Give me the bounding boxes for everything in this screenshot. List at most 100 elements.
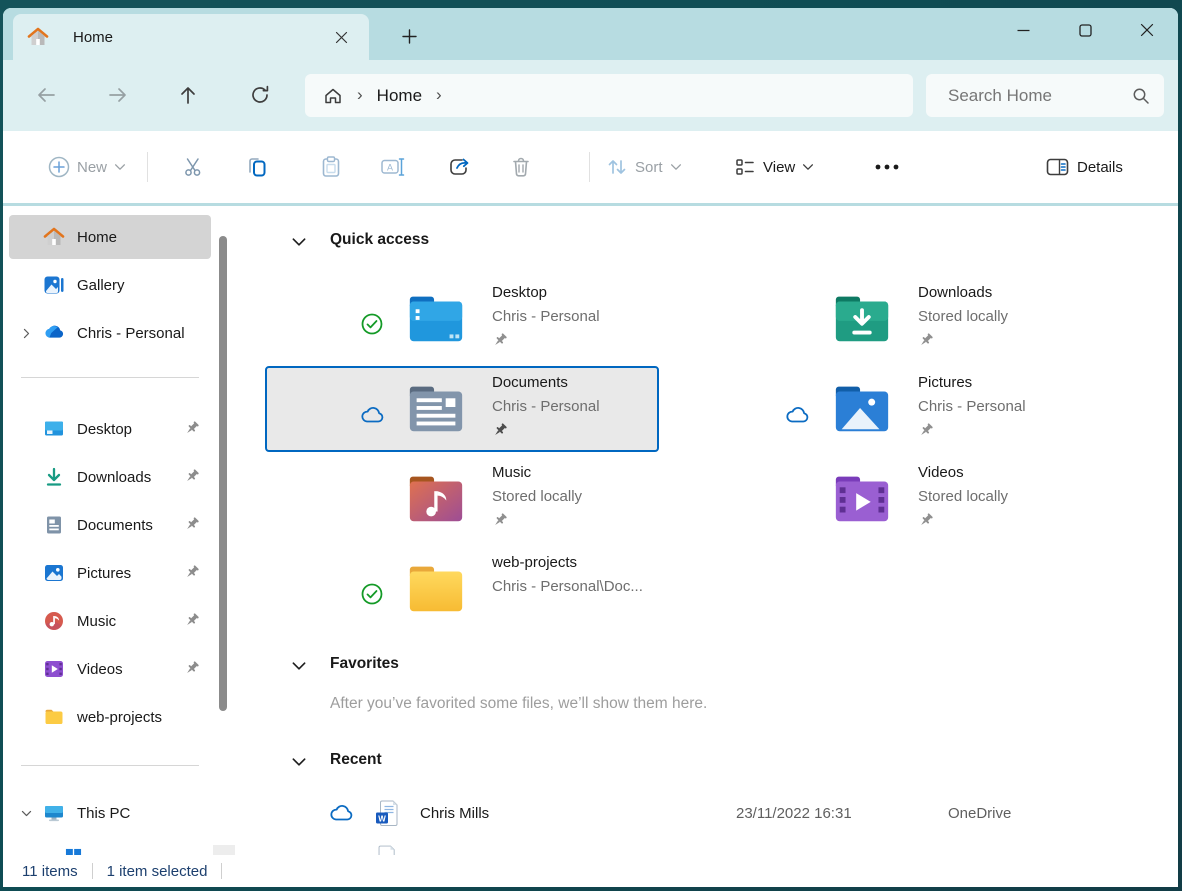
sidebar-item-gallery[interactable]: Gallery xyxy=(9,263,211,307)
section-chevron-icon[interactable] xyxy=(290,753,308,771)
breadcrumb-chevron-icon: › xyxy=(357,85,363,105)
close-icon xyxy=(1140,23,1154,37)
item-count: 11 items xyxy=(22,863,78,880)
chevron-down-icon xyxy=(669,160,683,174)
sidebar-scrollbar-thumb[interactable] xyxy=(219,236,227,711)
cloud-status-icon xyxy=(329,803,355,823)
section-chevron-icon[interactable] xyxy=(290,233,308,251)
plain-folder-icon xyxy=(405,558,467,616)
svg-text:A: A xyxy=(387,163,393,173)
back-button[interactable] xyxy=(31,80,61,110)
sidebar-item-this-pc[interactable]: This PC xyxy=(9,791,211,835)
recent-file-name: Chris Mills xyxy=(420,805,489,822)
delete-button[interactable] xyxy=(499,145,543,189)
file-name: web-projects xyxy=(492,554,577,571)
sort-button[interactable]: Sort xyxy=(605,145,683,189)
sidebar-item-onedrive[interactable]: Chris - Personal xyxy=(9,311,211,355)
minimize-button[interactable] xyxy=(992,8,1054,52)
breadcrumb-home-icon xyxy=(323,86,343,106)
home-icon xyxy=(43,226,65,248)
back-arrow-icon xyxy=(35,84,57,106)
breadcrumb-item-home[interactable]: Home xyxy=(377,86,422,106)
sync-check-icon xyxy=(360,582,384,606)
file-subtitle: Chris - Personal xyxy=(492,398,600,415)
close-window-button[interactable] xyxy=(1116,8,1178,52)
tab-title: Home xyxy=(73,29,113,46)
file-list-pane: Quick access Desktop Chris - Personal xyxy=(235,206,1178,855)
pictures-icon xyxy=(43,562,65,584)
tab-home[interactable]: Home xyxy=(13,14,369,60)
view-icon xyxy=(733,155,757,179)
pin-icon xyxy=(184,421,201,438)
breadcrumb-chevron-icon[interactable]: › xyxy=(436,85,442,105)
section-chevron-icon[interactable] xyxy=(290,657,308,675)
section-title-quick-access[interactable]: Quick access xyxy=(330,231,429,249)
sidebar-item-documents[interactable]: Documents xyxy=(9,503,211,547)
details-button[interactable]: Details xyxy=(1045,145,1129,189)
file-tile-desktop[interactable]: Desktop Chris - Personal xyxy=(265,276,659,362)
file-name: Pictures xyxy=(918,374,972,391)
section-title-favorites[interactable]: Favorites xyxy=(330,655,399,673)
view-button[interactable]: View xyxy=(733,145,815,189)
address-bar[interactable]: › Home › xyxy=(305,74,913,117)
sidebar-item-downloads[interactable]: Downloads xyxy=(9,455,211,499)
rename-button[interactable]: A xyxy=(371,145,415,189)
file-subtitle: Chris - Personal xyxy=(492,308,600,325)
search-input[interactable]: Search Home xyxy=(926,74,1164,117)
file-tile-videos[interactable]: Videos Stored locally xyxy=(691,456,1085,542)
file-icon-partial xyxy=(374,845,396,855)
recent-file-date: 23/11/2022 16:31 xyxy=(736,805,852,822)
paste-button[interactable] xyxy=(309,145,353,189)
file-tile-downloads[interactable]: Downloads Stored locally xyxy=(691,276,1085,362)
new-tab-button[interactable] xyxy=(395,22,423,50)
cut-button[interactable] xyxy=(172,145,216,189)
up-button[interactable] xyxy=(173,80,203,110)
sidebar-item-music[interactable]: Music xyxy=(9,599,211,643)
onedrive-icon xyxy=(43,322,65,344)
videos-folder-icon xyxy=(831,468,893,526)
share-button[interactable] xyxy=(437,145,481,189)
section-title-recent[interactable]: Recent xyxy=(330,751,382,769)
more-options-button[interactable] xyxy=(865,145,909,189)
tab-bar: Home xyxy=(3,8,1178,60)
new-label: New xyxy=(77,159,107,176)
file-subtitle: Stored locally xyxy=(492,488,582,505)
navigation-bar: › Home › Search Home xyxy=(3,60,1178,133)
music-icon xyxy=(43,610,65,632)
toolbar-separator xyxy=(589,152,590,182)
sidebar-item-desktop[interactable]: Desktop xyxy=(9,407,211,451)
sidebar-item-home[interactable]: Home xyxy=(9,215,211,259)
file-tile-web-projects[interactable]: web-projects Chris - Personal\Doc... xyxy=(265,546,659,632)
expand-chevron-icon[interactable] xyxy=(9,327,43,340)
file-name: Downloads xyxy=(918,284,992,301)
sidebar-divider xyxy=(21,765,199,766)
refresh-button[interactable] xyxy=(245,80,275,110)
pin-icon xyxy=(492,333,509,350)
maximize-button[interactable] xyxy=(1054,8,1116,52)
sidebar-item-videos[interactable]: Videos xyxy=(9,647,211,691)
status-separator xyxy=(221,863,222,879)
tab-close-button[interactable] xyxy=(329,25,353,49)
sidebar-item-windows-drive-partial[interactable] xyxy=(65,848,82,855)
svg-text:W: W xyxy=(378,814,386,823)
sidebar-scrollbar-footer xyxy=(213,845,235,855)
file-tile-pictures[interactable]: Pictures Chris - Personal xyxy=(691,366,1085,452)
sidebar-item-web-projects[interactable]: web-projects xyxy=(9,695,211,739)
copy-button[interactable] xyxy=(235,145,279,189)
collapse-chevron-icon[interactable] xyxy=(9,807,43,820)
file-tile-music[interactable]: Music Stored locally xyxy=(265,456,659,542)
windows-logo-icon xyxy=(65,848,82,855)
file-subtitle: Chris - Personal\Doc... xyxy=(492,578,643,595)
sidebar-item-pictures[interactable]: Pictures xyxy=(9,551,211,595)
share-icon xyxy=(447,155,471,179)
this-pc-icon xyxy=(43,802,65,824)
file-tile-documents-selected[interactable]: Documents Chris - Personal xyxy=(265,366,659,452)
new-button[interactable]: New xyxy=(47,145,127,189)
forward-button[interactable] xyxy=(103,80,133,110)
status-bar: 11 items 1 item selected xyxy=(3,855,1178,887)
file-subtitle: Chris - Personal xyxy=(918,398,1026,415)
cut-icon xyxy=(182,155,206,179)
minimize-icon xyxy=(1017,24,1030,37)
folder-icon xyxy=(43,706,65,728)
cloud-status-icon xyxy=(360,405,386,425)
